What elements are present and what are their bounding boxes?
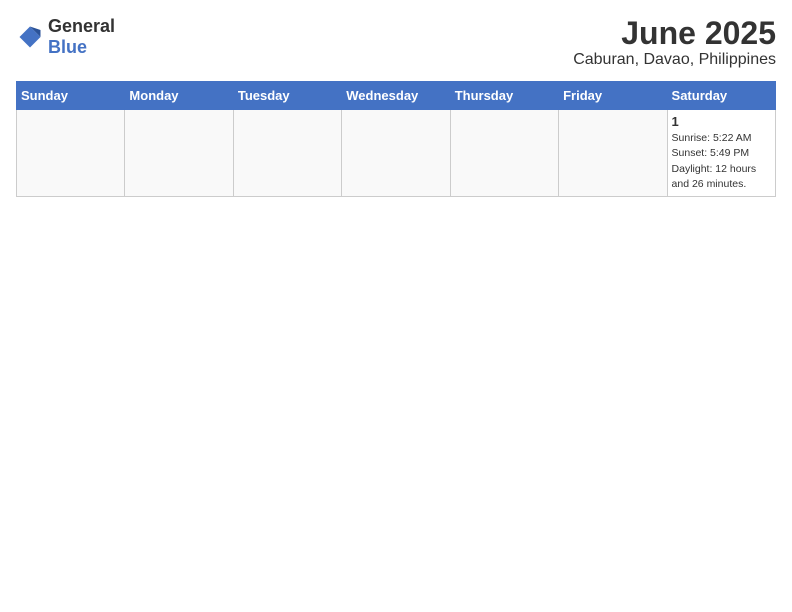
logo-text-general: General xyxy=(48,16,115,36)
page-title: June 2025 xyxy=(573,16,776,51)
empty-cell xyxy=(559,110,667,197)
empty-cell xyxy=(125,110,233,197)
logo: General Blue xyxy=(16,16,115,58)
col-monday: Monday xyxy=(125,82,233,110)
col-sunday: Sunday xyxy=(17,82,125,110)
calendar-week-1: 1Sunrise: 5:22 AMSunset: 5:49 PMDaylight… xyxy=(17,110,776,197)
title-area: June 2025 Caburan, Davao, Philippines xyxy=(573,16,776,69)
calendar-table: Sunday Monday Tuesday Wednesday Thursday… xyxy=(16,81,776,197)
col-thursday: Thursday xyxy=(450,82,558,110)
page-subtitle: Caburan, Davao, Philippines xyxy=(573,51,776,69)
col-friday: Friday xyxy=(559,82,667,110)
logo-icon xyxy=(16,23,44,51)
calendar-header-row: Sunday Monday Tuesday Wednesday Thursday… xyxy=(17,82,776,110)
col-wednesday: Wednesday xyxy=(342,82,450,110)
logo-text-blue: Blue xyxy=(48,37,87,57)
page-header: General Blue June 2025 Caburan, Davao, P… xyxy=(16,16,776,69)
col-tuesday: Tuesday xyxy=(233,82,341,110)
calendar-day-1: 1Sunrise: 5:22 AMSunset: 5:49 PMDaylight… xyxy=(667,110,775,197)
empty-cell xyxy=(233,110,341,197)
empty-cell xyxy=(450,110,558,197)
empty-cell xyxy=(17,110,125,197)
col-saturday: Saturday xyxy=(667,82,775,110)
empty-cell xyxy=(342,110,450,197)
